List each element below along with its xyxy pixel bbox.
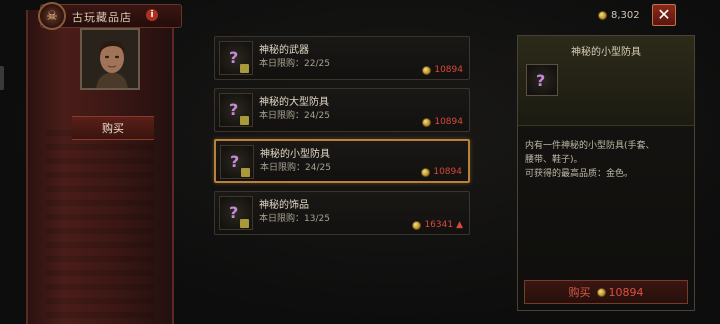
mystery-item-icon: ? <box>219 196 253 230</box>
item-name: 神秘的饰品 <box>259 200 309 211</box>
item-name: 神秘的小型防具 <box>260 149 330 160</box>
desc-line: 可获得的最高品质：金色。 <box>525 169 634 179</box>
gold-display: 8,302 <box>598 10 640 21</box>
item-price: 10894 <box>422 117 463 127</box>
item-limit: 本日限购：24/25 <box>260 163 331 173</box>
mystery-item-icon: ? <box>526 64 558 96</box>
purchase-price: 10894 <box>596 285 644 299</box>
item-badge-icon <box>240 219 249 228</box>
side-handle[interactable] <box>0 66 4 90</box>
gold-coin-icon <box>422 65 432 75</box>
price-value: 16341 <box>424 220 454 230</box>
detail-header: 神秘的小型防具 ? <box>518 36 694 126</box>
item-price: 10894 <box>422 65 463 75</box>
price-value: 10894 <box>433 167 462 177</box>
vendor-face-icon <box>82 30 138 88</box>
gold-amount: 8,302 <box>611 10 640 21</box>
item-limit: 本日限购：13/25 <box>259 214 330 224</box>
item-detail-panel: 神秘的小型防具 ? 内有一件神秘的小型防具(手套、 腰带、鞋子)。 可获得的最高… <box>517 35 695 311</box>
item-name: 神秘的武器 <box>259 45 309 56</box>
item-limit: 本日限购：24/25 <box>259 111 330 121</box>
price-value: 10894 <box>434 65 463 75</box>
item-price: 16341 ▲ <box>412 220 463 230</box>
question-mark-icon: ? <box>230 152 240 171</box>
mystery-item-icon: ? <box>219 41 253 75</box>
shop-title: 古玩藏品店 <box>72 11 132 24</box>
shop-item-small-armor[interactable]: ? 神秘的小型防具 本日限购：24/25 10894 <box>214 139 470 183</box>
question-mark-icon: ? <box>536 71 546 90</box>
desc-line: 内有一件神秘的小型防具(手套、 <box>525 141 655 151</box>
item-name: 神秘的大型防具 <box>259 97 329 108</box>
detail-title: 神秘的小型防具 <box>571 47 641 58</box>
question-mark-icon: ? <box>229 203 239 222</box>
shop-item-jewelry[interactable]: ? 神秘的饰品 本日限购：13/25 16341 ▲ <box>214 191 470 235</box>
item-badge-icon <box>241 168 250 177</box>
gold-coin-icon <box>422 117 432 127</box>
close-button[interactable]: ✕ <box>652 4 676 26</box>
gold-coin-icon <box>421 167 431 177</box>
question-mark-icon: ? <box>229 100 239 119</box>
detail-description: 内有一件神秘的小型防具(手套、 腰带、鞋子)。 可获得的最高品质：金色。 <box>525 140 691 182</box>
price-up-arrow-icon: ▲ <box>456 220 463 230</box>
shop-emblem-icon: ☠ <box>38 2 66 30</box>
purchase-price-value: 10894 <box>608 285 644 299</box>
item-badge-icon <box>240 64 249 73</box>
item-limit: 本日限购：22/25 <box>259 59 330 69</box>
question-mark-icon: ? <box>229 48 239 67</box>
gold-coin-icon <box>412 220 422 230</box>
purchase-label: 购买 <box>568 286 591 299</box>
vendor-portrait <box>80 28 140 90</box>
item-price: 10894 <box>421 167 462 177</box>
shop-item-weapon[interactable]: ? 神秘的武器 本日限购：22/25 10894 <box>214 36 470 80</box>
purchase-button[interactable]: 购买 10894 <box>524 280 688 304</box>
price-value: 10894 <box>434 117 463 127</box>
desc-line: 腰带、鞋子)。 <box>525 155 583 165</box>
tab-buy[interactable]: 购买 <box>72 116 154 140</box>
gold-coin-icon <box>598 11 607 20</box>
gold-coin-icon <box>596 287 606 297</box>
shop-item-large-armor[interactable]: ? 神秘的大型防具 本日限购：24/25 10894 <box>214 88 470 132</box>
mystery-item-icon: ? <box>219 93 253 127</box>
info-icon[interactable]: i <box>146 9 158 21</box>
mystery-item-icon: ? <box>220 145 254 179</box>
item-badge-icon <box>240 116 249 125</box>
